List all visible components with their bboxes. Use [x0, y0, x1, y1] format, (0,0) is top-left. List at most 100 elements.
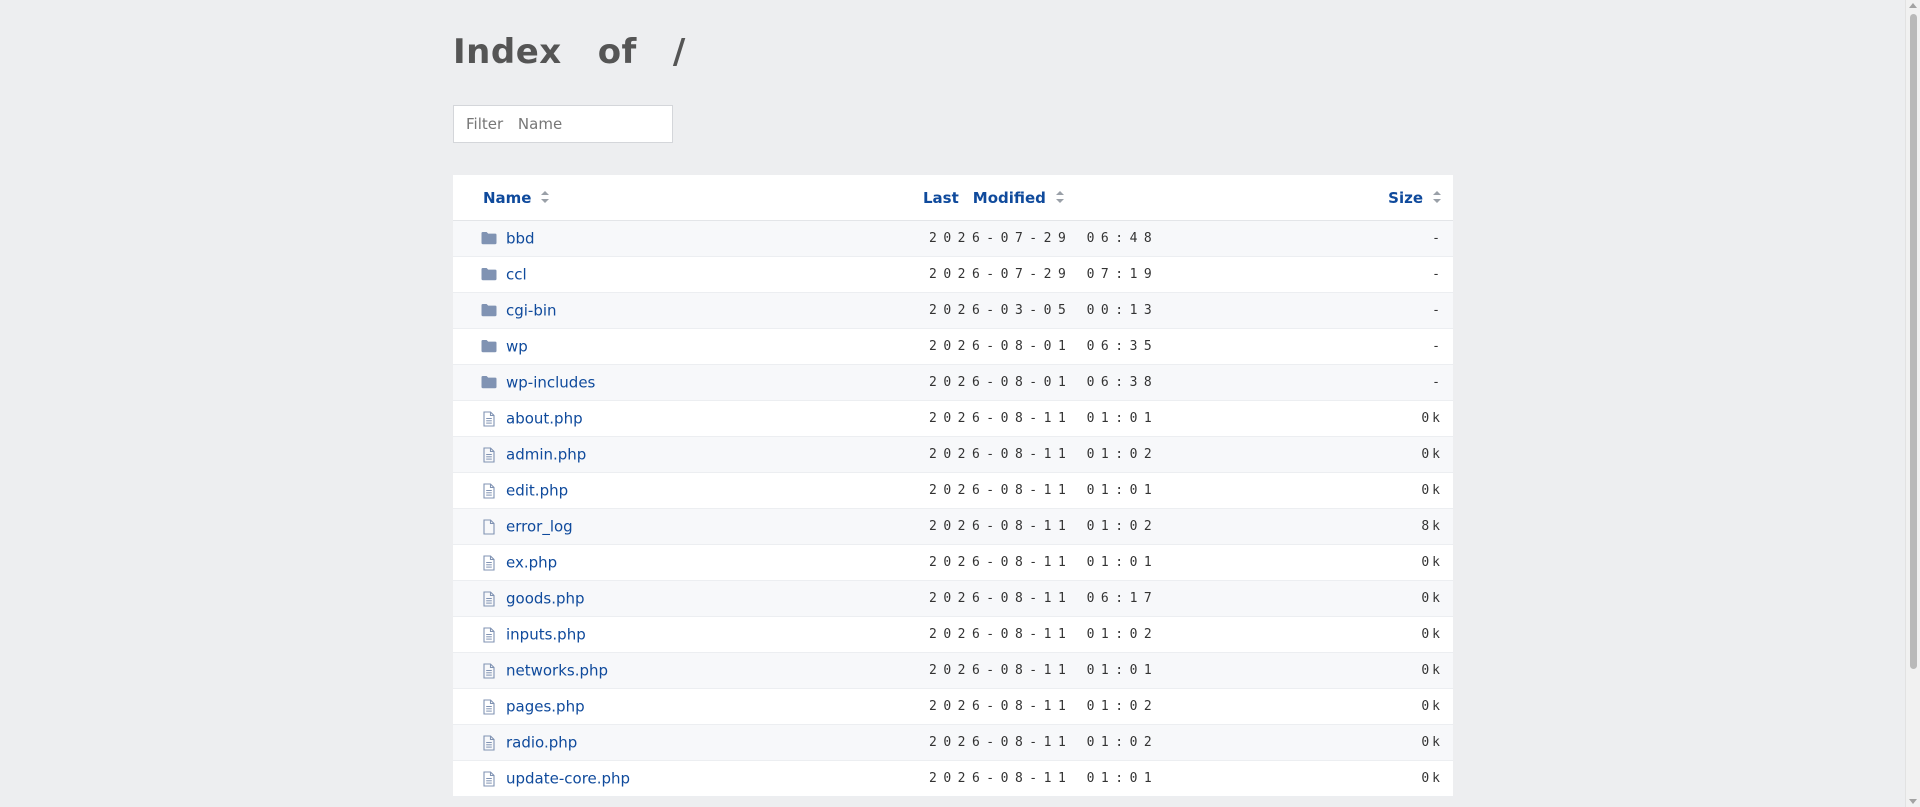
size-cell: - — [1432, 339, 1443, 354]
name-cell: ex.php — [453, 545, 923, 581]
modified-cell: 2026-08-11 01:01 — [929, 771, 1159, 786]
name-cell: wp-includes — [453, 365, 923, 401]
entry-link[interactable]: edit.php — [506, 482, 568, 500]
modified-cell: 2026-08-01 06:38 — [929, 375, 1159, 390]
size-cell: 8k — [1421, 519, 1443, 534]
file-icon — [481, 519, 497, 535]
column-size-label: Size — [1388, 188, 1423, 207]
sort-by-name-link[interactable]: Name — [483, 188, 550, 207]
modified-cell: 2026-08-11 01:02 — [929, 699, 1159, 714]
name-cell: update-core.php — [453, 761, 923, 797]
folder-icon — [481, 267, 497, 281]
entry-link[interactable]: cgi-bin — [506, 302, 557, 320]
entry-link[interactable]: radio.php — [506, 734, 577, 752]
document-icon — [481, 627, 497, 643]
size-cell: - — [1432, 267, 1443, 282]
document-icon — [481, 735, 497, 751]
size-cell: 0k — [1421, 483, 1443, 498]
filter-name-input[interactable] — [453, 105, 673, 143]
size-cell: - — [1432, 231, 1443, 246]
name-cell: pages.php — [453, 689, 923, 725]
entry-link[interactable]: networks.php — [506, 662, 608, 680]
sort-icon — [541, 191, 550, 203]
entry-link[interactable]: inputs.php — [506, 626, 586, 644]
name-cell: edit.php — [453, 473, 923, 509]
entry-link[interactable]: error_log — [506, 518, 573, 536]
name-cell: error_log — [453, 509, 923, 545]
name-cell: cgi-bin — [453, 293, 923, 329]
title-word-of: of — [597, 32, 637, 72]
table-row: about.php 2026-08-11 01:01 0k — [453, 400, 1453, 437]
table-row: ccl 2026-07-29 07:19 - — [453, 256, 1453, 293]
table-row: error_log 2026-08-11 01:02 8k — [453, 508, 1453, 545]
modified-cell: 2026-08-11 01:02 — [929, 447, 1159, 462]
table-row: goods.php 2026-08-11 06:17 0k — [453, 580, 1453, 617]
table-row: update-core.php 2026-08-11 01:01 0k — [453, 760, 1453, 797]
name-cell: networks.php — [453, 653, 923, 689]
size-cell: - — [1432, 375, 1443, 390]
title-word-index: Index — [453, 32, 562, 72]
scroll-up-arrow-icon[interactable] — [1909, 3, 1917, 8]
size-cell: 0k — [1421, 771, 1443, 786]
size-cell: - — [1432, 303, 1443, 318]
modified-cell: 2026-03-05 00:13 — [929, 303, 1159, 318]
entry-link[interactable]: pages.php — [506, 698, 585, 716]
table-row: radio.php 2026-08-11 01:02 0k — [453, 724, 1453, 761]
modified-cell: 2026-08-11 01:01 — [929, 411, 1159, 426]
column-name-label: Name — [483, 188, 532, 207]
folder-icon — [481, 339, 497, 353]
modified-cell: 2026-08-11 01:01 — [929, 555, 1159, 570]
entry-link[interactable]: goods.php — [506, 590, 585, 608]
sort-icon — [1433, 191, 1441, 203]
scrollbar-thumb[interactable] — [1910, 14, 1917, 669]
sort-by-size-link[interactable]: Size — [1388, 189, 1441, 207]
name-cell: bbd — [453, 221, 923, 257]
name-cell: about.php — [453, 401, 923, 437]
table-row: networks.php 2026-08-11 01:01 0k — [453, 652, 1453, 689]
table-row: pages.php 2026-08-11 01:02 0k — [453, 688, 1453, 725]
size-cell: 0k — [1421, 447, 1443, 462]
size-cell: 0k — [1421, 411, 1443, 426]
table-row: edit.php 2026-08-11 01:01 0k — [453, 472, 1453, 509]
column-header-modified: Last Modified — [923, 175, 1321, 221]
size-cell: 0k — [1421, 663, 1443, 678]
entry-link[interactable]: about.php — [506, 410, 583, 428]
table-header-row: Name Last Modified Size — [453, 175, 1453, 221]
column-modified-label: Modified — [972, 188, 1046, 207]
entry-link[interactable]: ex.php — [506, 554, 557, 572]
entry-link[interactable]: admin.php — [506, 446, 586, 464]
modified-cell: 2026-08-01 06:35 — [929, 339, 1159, 354]
size-cell: 0k — [1421, 555, 1443, 570]
vertical-scrollbar[interactable] — [1905, 0, 1920, 807]
document-icon — [481, 663, 497, 679]
document-icon — [481, 483, 497, 499]
entry-link[interactable]: ccl — [506, 266, 527, 284]
column-header-name: Name — [453, 175, 923, 221]
name-cell: admin.php — [453, 437, 923, 473]
page-title: Index of / — [453, 32, 722, 72]
entry-link[interactable]: bbd — [506, 230, 535, 248]
document-icon — [481, 411, 497, 427]
entry-link[interactable]: update-core.php — [506, 770, 630, 788]
scroll-down-arrow-icon[interactable] — [1909, 799, 1917, 804]
modified-cell: 2026-08-11 01:02 — [929, 627, 1159, 642]
modified-cell: 2026-07-29 07:19 — [929, 267, 1159, 282]
table-row: wp-includes 2026-08-01 06:38 - — [453, 364, 1453, 401]
document-icon — [481, 699, 497, 715]
sort-by-modified-link[interactable]: Last Modified — [923, 189, 1064, 207]
name-cell: ccl — [453, 257, 923, 293]
table-row: ex.php 2026-08-11 01:01 0k — [453, 544, 1453, 581]
modified-cell: 2026-08-11 01:02 — [929, 519, 1159, 534]
name-cell: inputs.php — [453, 617, 923, 653]
column-header-size: Size — [1321, 175, 1453, 221]
document-icon — [481, 447, 497, 463]
size-cell: 0k — [1421, 627, 1443, 642]
modified-cell: 2026-08-11 01:01 — [929, 483, 1159, 498]
entry-link[interactable]: wp-includes — [506, 374, 595, 392]
modified-cell: 2026-08-11 06:17 — [929, 591, 1159, 606]
entry-link[interactable]: wp — [506, 338, 528, 356]
size-cell: 0k — [1421, 699, 1443, 714]
table-row: wp 2026-08-01 06:35 - — [453, 328, 1453, 365]
modified-cell: 2026-08-11 01:01 — [929, 663, 1159, 678]
name-cell: wp — [453, 329, 923, 365]
